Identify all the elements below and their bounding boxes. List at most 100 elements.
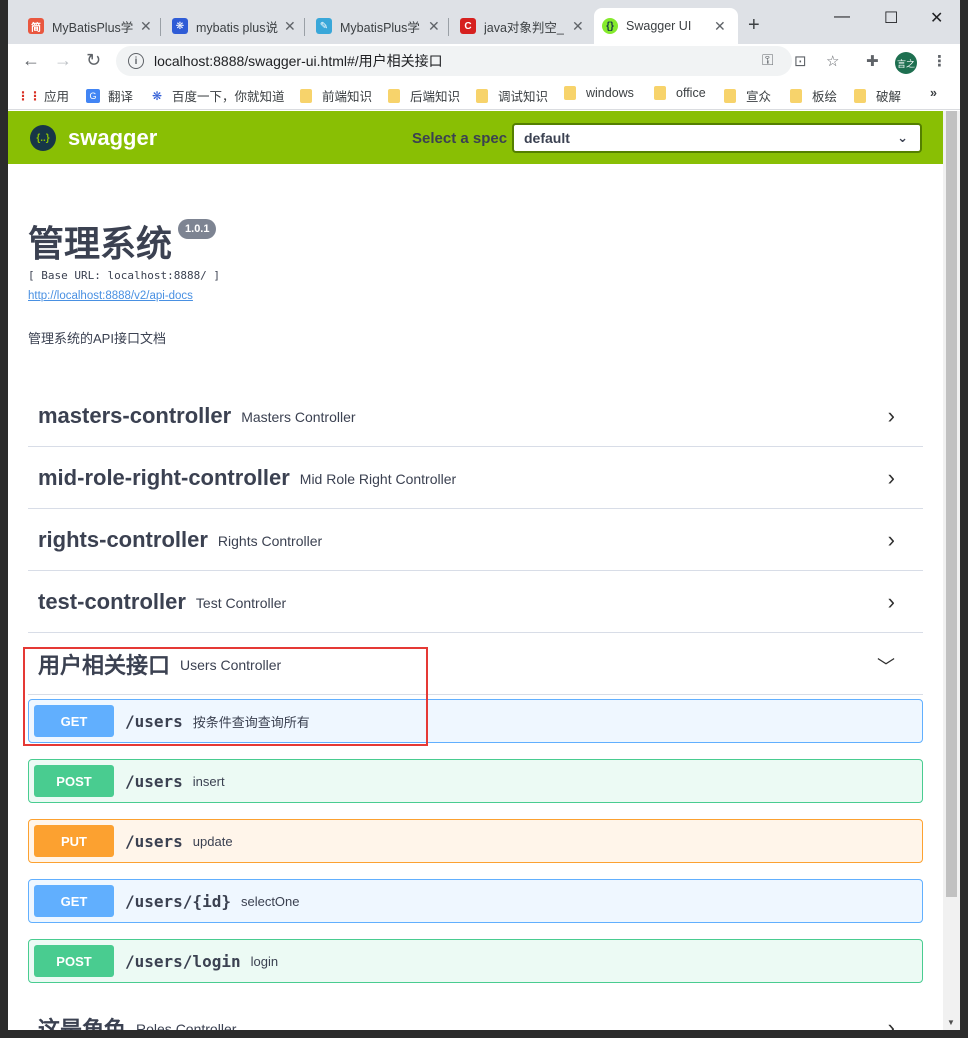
bookmark-label: office [676,86,706,100]
new-tab-button[interactable]: + [748,14,760,37]
tag-description: Roles Controller [136,1021,237,1030]
avatar[interactable]: 言之 [895,52,917,74]
tag-rights-controller[interactable]: rights-controller Rights Controller › [28,509,923,571]
scrollbar-thumb[interactable] [946,111,957,897]
close-icon[interactable]: ✕ [572,18,584,35]
csdn-icon: C [460,18,476,34]
tag-name: 这是角色 [38,1017,127,1030]
close-window-button[interactable]: ✕ [930,8,943,28]
info-icon[interactable]: i [128,53,144,69]
api-description: 管理系统的API接口文档 [28,331,166,346]
operation-path: /users [125,771,183,791]
bookmark-label: 后端知识 [410,90,461,104]
operation-post-users[interactable]: POST /users insert [28,759,923,803]
tag-mid-role-right-controller[interactable]: mid-role-right-controller Mid Role Right… [28,447,923,509]
bookmark-folder[interactable]: office [654,86,706,100]
chevron-right-icon: › [887,465,895,490]
maximize-button[interactable]: ☐ [884,8,898,28]
bookmark-folder[interactable]: windows [564,86,634,100]
spec-select[interactable]: default ⌄ [512,123,922,153]
folder-icon [564,86,576,100]
browser-tab-active[interactable]: {} Swagger UI ✕ [594,8,738,44]
operation-put-users[interactable]: PUT /users update [28,819,923,863]
baidu-paw-icon: ❋ [172,18,188,34]
base-url: [ Base URL: localhost:8888/ ] [28,269,221,282]
swagger-logo[interactable]: {..} swagger [30,125,157,151]
browser-tab[interactable]: ✎ MybatisPlus学 ✕ [308,8,448,44]
tag-name: masters-controller [38,402,232,428]
bookmark-folder[interactable]: 后端知识 [388,86,460,105]
operation-get-user-by-id[interactable]: GET /users/{id} selectOne [28,879,923,923]
operation-post-users-login[interactable]: POST /users/login login [28,939,923,983]
tab-title: java对象判空_ [484,20,564,35]
bookmark-label: 板绘 [812,90,838,104]
swagger-logo-icon: {..} [30,125,56,151]
url-text[interactable]: localhost:8888/swagger-ui.html#/用户相关接口 [154,51,443,71]
bookmark-label: 破解 [876,90,902,104]
swagger-topbar: {..} swagger Select a spec default ⌄ [8,111,943,164]
chevron-down-icon: ⌄ [897,130,908,145]
api-docs-link[interactable]: http://localhost:8888/v2/api-docs [28,290,220,302]
baidu-paw-icon: ❋ [151,88,163,103]
method-badge: POST [34,945,114,977]
star-icon[interactable]: ☆ [826,52,839,70]
address-bar[interactable]: i localhost:8888/swagger-ui.html#/用户相关接口 [116,46,792,76]
browser-tab[interactable]: 简 MyBatisPlus学 ✕ [20,8,160,44]
tag-roles-controller[interactable]: 这是角色 Roles Controller › [28,997,923,1030]
tab-title: Swagger UI [626,19,692,33]
bookmark-label: 前端知识 [322,90,373,104]
scroll-down-icon[interactable]: ▼ [947,1018,955,1027]
back-arrow-icon[interactable]: ← [22,50,40,71]
reload-icon[interactable]: ↻ [86,50,101,71]
close-icon[interactable]: ✕ [714,18,726,35]
tab-title: mybatis plus说 [196,20,278,35]
menu-icon[interactable]: ⋮ [932,52,947,70]
tag-name: test-controller [38,588,186,614]
tag-name: rights-controller [38,526,208,552]
operation-path: /users/login [125,951,241,971]
bookmark-label: 应用 [44,90,70,104]
extensions-icon[interactable]: ✚ [866,52,879,70]
page-title: 管理系统 [28,223,173,264]
tag-name: mid-role-right-controller [38,464,290,490]
google-translate-icon: G [86,88,100,103]
operation-summary: insert [192,773,225,789]
page-scrollbar[interactable]: ▲ ▼ [943,111,960,1030]
operation-path: /users [125,831,183,851]
spec-value: default [524,130,570,146]
chevron-right-icon: › [887,527,895,552]
browser-tab[interactable]: C java对象判空_ ✕ [452,8,592,44]
chevron-down-icon: ﹀ [877,657,895,677]
bookmark-baidu[interactable]: ❋ 百度一下，你就知道 [150,86,285,105]
bookmark-folder[interactable]: 破解 [854,86,901,105]
close-icon[interactable]: ✕ [428,18,440,35]
bookmark-folder[interactable]: 前端知识 [300,86,372,105]
close-icon[interactable]: ✕ [140,18,152,35]
bookmark-label: 宣众 [746,90,772,104]
bookmark-folder[interactable]: 调试知识 [476,86,548,105]
bookmark-translate[interactable]: G 翻译 [86,86,133,105]
chevron-right-icon: › [887,403,895,428]
close-icon[interactable]: ✕ [284,18,296,35]
browser-tab[interactable]: ❋ mybatis plus说 ✕ [164,8,304,44]
forward-arrow-icon[interactable]: → [54,50,72,71]
bookmark-folder[interactable]: 板绘 [790,86,837,105]
translate-icon[interactable]: ⊡ [794,52,807,70]
version-badge: 1.0.1 [178,219,217,239]
method-badge: GET [34,885,114,917]
tab-strip: 简 MyBatisPlus学 ✕ ❋ mybatis plus说 ✕ ✎ Myb… [8,0,960,44]
browser-toolbar: ← → ↻ i localhost:8888/swagger-ui.html#/… [8,44,960,80]
tag-masters-controller[interactable]: masters-controller Masters Controller › [28,385,923,447]
operation-path: /users/{id} [125,891,231,911]
logo-text: swagger [68,125,158,150]
method-badge: POST [34,765,114,797]
folder-icon [476,88,488,103]
folder-icon [790,88,802,103]
bookmark-folder[interactable]: 宣众 [724,86,771,105]
more-bookmarks-button[interactable]: » [930,86,937,100]
tag-test-controller[interactable]: test-controller Test Controller › [28,571,923,633]
bookmark-apps[interactable]: ⋮⋮ 应用 [17,86,70,105]
key-icon[interactable]: ⚿ [762,52,773,69]
minimize-button[interactable]: — [834,8,850,26]
pen-icon: ✎ [316,18,332,34]
